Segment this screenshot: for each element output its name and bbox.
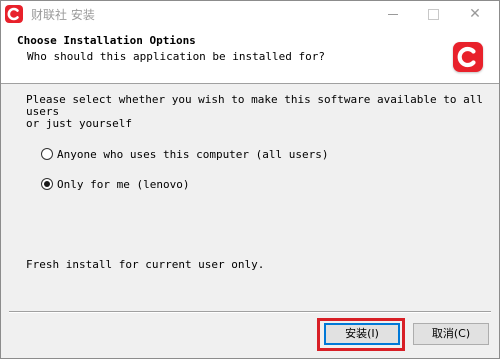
option-all-users-label[interactable]: Anyone who uses this computer (all users… (57, 148, 329, 161)
app-logo-icon (5, 5, 23, 23)
close-icon: ✕ (469, 6, 481, 22)
options-panel: Please select whether you wish to make t… (1, 84, 499, 312)
install-button[interactable]: 安装(I) (324, 323, 400, 345)
footer-divider (9, 311, 491, 313)
close-button[interactable]: ✕ (457, 1, 493, 27)
cancel-button[interactable]: 取消(C) (413, 323, 489, 345)
page-header: Choose Installation Options Who should t… (1, 27, 499, 84)
radio-only-me[interactable] (41, 178, 53, 190)
install-status-text: Fresh install for current user only. (26, 258, 265, 271)
option-only-me-label[interactable]: Only for me (lenovo) (57, 178, 189, 191)
maximize-button[interactable] (415, 1, 451, 27)
brand-logo-icon (453, 42, 483, 72)
radio-all-users[interactable] (41, 148, 53, 160)
maximize-icon (428, 9, 439, 20)
page-title: Choose Installation Options (17, 34, 196, 47)
window-title: 财联社 安装 (31, 8, 95, 22)
minimize-icon (388, 14, 398, 15)
instructions-text: Please select whether you wish to make t… (26, 93, 483, 130)
installer-window: 财联社 安装 ✕ Choose Installation Options Who… (0, 0, 500, 359)
option-all-users[interactable]: Anyone who uses this computer (all users… (41, 146, 329, 162)
option-only-me[interactable]: Only for me (lenovo) (41, 176, 189, 192)
minimize-button[interactable] (375, 1, 411, 27)
title-bar[interactable]: 财联社 安装 ✕ (1, 1, 499, 27)
page-subtitle: Who should this application be installed… (27, 50, 326, 63)
